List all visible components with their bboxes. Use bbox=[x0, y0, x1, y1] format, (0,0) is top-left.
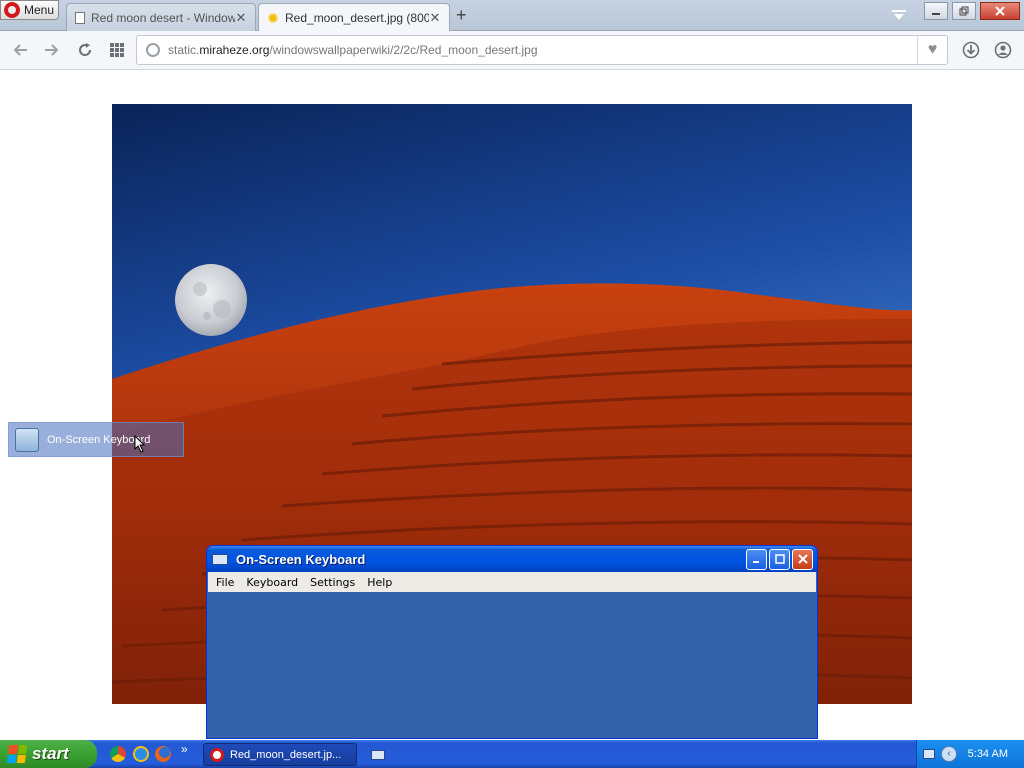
site-info-icon[interactable] bbox=[146, 43, 160, 57]
taskbar-opera-window[interactable]: Red_moon_desert.jp... bbox=[203, 743, 357, 766]
tray-collapse-arrow-icon[interactable]: ‹ bbox=[941, 746, 957, 762]
bookmark-heart-icon[interactable]: ♥ bbox=[917, 35, 947, 65]
tab-red-moon-desert-wiki[interactable]: Red moon desert - Windows ✕ bbox=[66, 3, 256, 31]
internet-explorer-icon[interactable] bbox=[133, 746, 149, 762]
account-icon[interactable] bbox=[994, 41, 1012, 59]
close-icon bbox=[797, 554, 808, 564]
on-screen-keyboard-window: On-Screen Keyboard File Keyboard Setting… bbox=[206, 545, 818, 739]
start-label: start bbox=[32, 744, 69, 763]
reload-icon[interactable] bbox=[76, 41, 94, 59]
opera-icon bbox=[210, 747, 224, 762]
minimize-icon bbox=[752, 561, 759, 563]
mouse-cursor-icon bbox=[134, 435, 146, 453]
image-favicon-icon bbox=[267, 11, 279, 24]
menu-file[interactable]: File bbox=[210, 576, 240, 589]
opera-menu-button[interactable]: Menu bbox=[0, 0, 59, 20]
back-arrow-icon[interactable] bbox=[12, 41, 30, 59]
on-screen-keyboard-icon bbox=[15, 427, 39, 452]
moon bbox=[175, 264, 247, 336]
tab-menu-icon[interactable] bbox=[890, 8, 908, 22]
taskbar-osk-window[interactable] bbox=[366, 743, 390, 766]
quick-launch-overflow[interactable]: » bbox=[181, 742, 188, 756]
osk-close-button[interactable] bbox=[792, 548, 813, 570]
taskbar-clock[interactable]: 5:34 AM bbox=[968, 748, 1008, 760]
tab-close-icon[interactable]: ✕ bbox=[429, 10, 441, 26]
new-tab-button[interactable]: + bbox=[456, 5, 467, 26]
windows-flag-icon bbox=[6, 745, 28, 763]
speed-dial-grid-icon[interactable] bbox=[108, 41, 126, 59]
maximize-icon bbox=[774, 554, 785, 564]
firefox-icon[interactable] bbox=[155, 746, 171, 762]
menu-label: Menu bbox=[24, 3, 55, 17]
tab-title: Red_moon_desert.jpg (800 × bbox=[285, 10, 429, 25]
tray-keyboard-icon[interactable] bbox=[923, 749, 935, 759]
window-close-button[interactable] bbox=[980, 2, 1020, 20]
address-text[interactable]: static.miraheze.org/windowswallpaperwiki… bbox=[168, 43, 917, 57]
address-bar[interactable]: static.miraheze.org/windowswallpaperwiki… bbox=[136, 35, 948, 65]
document-icon bbox=[75, 11, 85, 24]
url-domain: miraheze.org bbox=[199, 43, 270, 57]
tab-close-icon[interactable]: ✕ bbox=[235, 10, 247, 26]
menu-help[interactable]: Help bbox=[361, 576, 398, 589]
window-restore-button[interactable] bbox=[952, 2, 976, 20]
keyboard-icon bbox=[371, 749, 385, 760]
browser-navigation-bar: static.miraheze.org/windowswallpaperwiki… bbox=[0, 31, 1024, 70]
url-path: /windowswallpaperwiki/2/2c/Red_moon_dese… bbox=[269, 43, 538, 57]
close-icon bbox=[995, 6, 1005, 16]
forward-arrow-icon[interactable] bbox=[42, 41, 60, 59]
system-tray: ‹ 5:34 AM bbox=[916, 740, 1024, 768]
tab-title: Red moon desert - Windows bbox=[91, 10, 235, 25]
windows-taskbar: start » Red_moon_desert.jp... ‹ 5:34 AM bbox=[0, 740, 1024, 768]
chrome-icon[interactable] bbox=[110, 746, 126, 762]
osk-maximize-button[interactable] bbox=[769, 548, 790, 570]
browser-tab-bar: Menu Red moon desert - Windows ✕ Red_moo… bbox=[0, 0, 1024, 31]
osk-menu-bar: File Keyboard Settings Help bbox=[208, 572, 816, 592]
menu-settings[interactable]: Settings bbox=[304, 576, 361, 589]
menu-keyboard[interactable]: Keyboard bbox=[240, 576, 304, 589]
taskbar-task-label: Red_moon_desert.jp... bbox=[230, 748, 342, 761]
osk-minimize-button[interactable] bbox=[746, 548, 767, 570]
keyboard-icon bbox=[212, 553, 228, 565]
download-icon[interactable] bbox=[962, 41, 980, 59]
opera-logo-icon bbox=[4, 2, 20, 18]
start-button[interactable]: start bbox=[0, 740, 97, 768]
osk-title-bar[interactable]: On-Screen Keyboard bbox=[207, 546, 817, 572]
url-prefix: static. bbox=[168, 43, 200, 57]
window-minimize-button[interactable] bbox=[924, 2, 948, 20]
osk-title: On-Screen Keyboard bbox=[236, 551, 366, 567]
restore-icon bbox=[959, 6, 969, 16]
minimize-icon bbox=[932, 13, 940, 15]
osk-drag-ghost: On-Screen Keyboard bbox=[8, 422, 184, 457]
tab-red-moon-desert-image[interactable]: Red_moon_desert.jpg (800 × ✕ bbox=[258, 3, 450, 31]
